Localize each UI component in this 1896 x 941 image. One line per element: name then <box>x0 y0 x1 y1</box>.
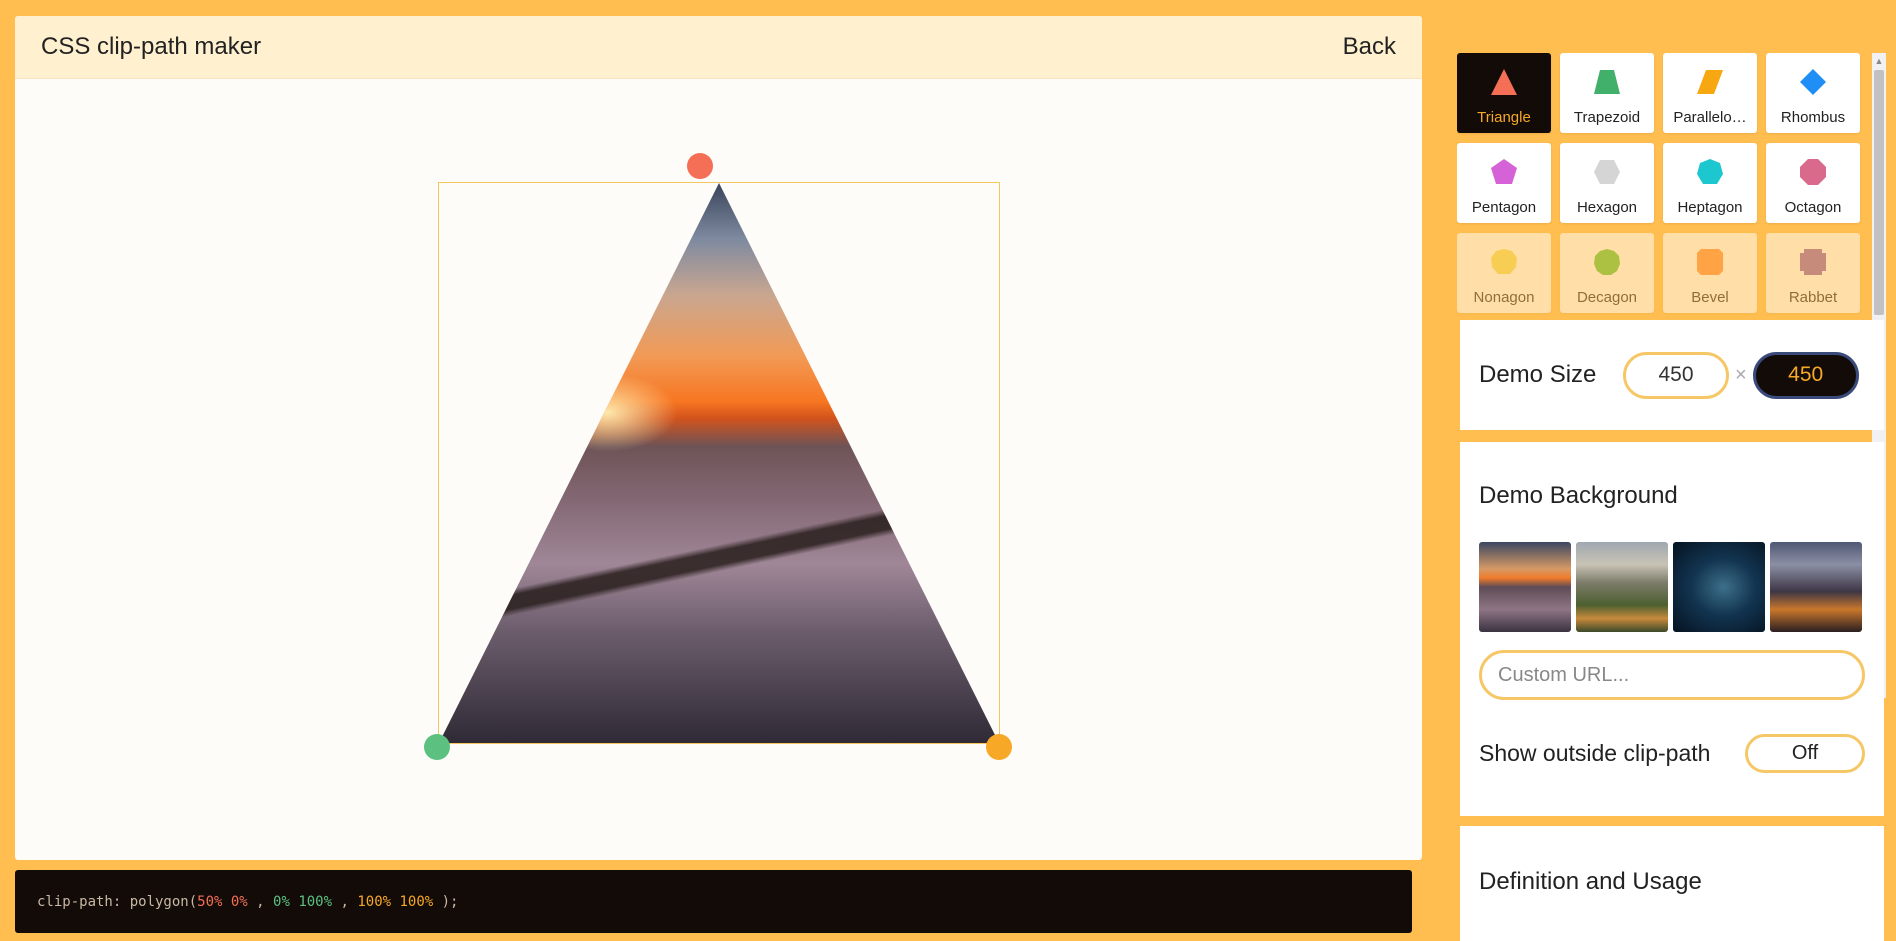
demo-size-card: Demo Size × <box>1460 320 1884 430</box>
decagon-icon <box>1592 247 1622 282</box>
rabbet-icon <box>1798 247 1828 282</box>
shape-label: Hexagon <box>1576 199 1638 216</box>
show-outside-label: Show outside clip-path <box>1479 740 1711 766</box>
demo-width-input[interactable] <box>1623 351 1729 399</box>
shape-label: Rhombus <box>1780 109 1846 126</box>
point-handle-top[interactable] <box>687 153 713 179</box>
shapes-list: Triangle Trapezoid Parallelo… Rhombus Pentag… <box>1457 53 1872 319</box>
shape-tile-decagon[interactable]: Decagon <box>1560 233 1654 313</box>
hexagon-icon <box>1592 157 1622 192</box>
shape-tile-triangle[interactable]: Triangle <box>1457 53 1551 133</box>
show-outside-toggle[interactable]: Off <box>1745 734 1865 773</box>
shape-label: Parallelo… <box>1673 109 1747 126</box>
owl-night-thumbnail[interactable] <box>1673 542 1765 632</box>
shape-tile-rhombus[interactable]: Rhombus <box>1766 53 1860 133</box>
code-suffix: ); <box>433 893 459 910</box>
size-times-icon: × <box>1735 363 1747 386</box>
bevel-icon <box>1695 247 1725 282</box>
shape-label: Decagon <box>1576 289 1638 306</box>
editor-panel: CSS clip-path maker Back <box>15 16 1422 860</box>
octagon-icon <box>1798 157 1828 192</box>
trapezoid-icon <box>1592 67 1622 102</box>
shape-tile-parallelogram[interactable]: Parallelo… <box>1663 53 1757 133</box>
shape-label: Bevel <box>1691 289 1729 306</box>
heptagon-icon <box>1695 157 1725 192</box>
demo-background-title: Demo Background <box>1479 482 1678 509</box>
shape-tile-heptagon[interactable]: Heptagon <box>1663 143 1757 223</box>
code-prefix: clip-path: polygon( <box>37 893 198 910</box>
mountain-valley-thumbnail[interactable] <box>1770 542 1862 632</box>
shape-tile-pentagon[interactable]: Pentagon <box>1457 143 1551 223</box>
background-thumbnails <box>1479 542 1865 632</box>
clipped-demo-image <box>439 183 999 743</box>
demo-background-card: Demo Background Show outside clip-path O… <box>1460 442 1884 816</box>
shape-label: Rabbet <box>1788 289 1838 306</box>
code-point-3: 100% 100% <box>357 893 434 910</box>
demo-bounding-box <box>438 182 1000 744</box>
shape-tile-octagon[interactable]: Octagon <box>1766 143 1860 223</box>
demo-height-input[interactable] <box>1752 351 1859 399</box>
shape-tile-bevel[interactable]: Bevel <box>1663 233 1757 313</box>
code-point-1: 50% 0% <box>197 893 248 910</box>
parallelogram-icon <box>1695 67 1725 102</box>
shape-tile-rabbet[interactable]: Rabbet <box>1766 233 1860 313</box>
city-aerial-thumbnail[interactable] <box>1576 542 1668 632</box>
sunset-sea-thumbnail[interactable] <box>1479 542 1571 632</box>
code-separator: , <box>332 893 358 910</box>
shape-label: Trapezoid <box>1573 109 1641 126</box>
definition-title: Definition and Usage <box>1479 868 1702 895</box>
custom-url-input[interactable] <box>1479 650 1865 700</box>
shape-tile-nonagon[interactable]: Nonagon <box>1457 233 1551 313</box>
show-outside-row: Show outside clip-path Off <box>1479 734 1865 773</box>
code-output[interactable]: clip-path: polygon( 50% 0% , 0% 100% , 1… <box>15 870 1412 933</box>
point-handle-bottom-left[interactable] <box>424 734 450 760</box>
shape-label: Heptagon <box>1677 199 1743 216</box>
demo-stage <box>15 79 1422 860</box>
sidebar-scrollbar-thumb[interactable] <box>1874 70 1884 315</box>
rhombus-icon <box>1798 67 1828 102</box>
code-separator: , <box>247 893 274 910</box>
back-link[interactable]: Back <box>1343 33 1396 61</box>
shape-tile-trapezoid[interactable]: Trapezoid <box>1560 53 1654 133</box>
demo-size-title: Demo Size <box>1479 361 1597 388</box>
editor-header: CSS clip-path maker Back <box>15 16 1422 79</box>
app-title: CSS clip-path maker <box>41 33 262 60</box>
shape-tile-hexagon[interactable]: Hexagon <box>1560 143 1654 223</box>
scroll-up-arrow-icon[interactable]: ▲ <box>1873 55 1885 67</box>
point-handle-bottom-right[interactable] <box>986 734 1012 760</box>
code-point-2: 0% 100% <box>273 893 333 910</box>
shape-label: Nonagon <box>1473 289 1535 306</box>
shape-label: Octagon <box>1784 199 1842 216</box>
triangle-icon <box>1489 67 1519 102</box>
shape-label: Pentagon <box>1471 199 1537 216</box>
pentagon-icon <box>1489 157 1519 192</box>
nonagon-icon <box>1489 247 1519 282</box>
shape-label: Triangle <box>1477 109 1531 126</box>
definition-card: Definition and Usage <box>1460 826 1884 941</box>
